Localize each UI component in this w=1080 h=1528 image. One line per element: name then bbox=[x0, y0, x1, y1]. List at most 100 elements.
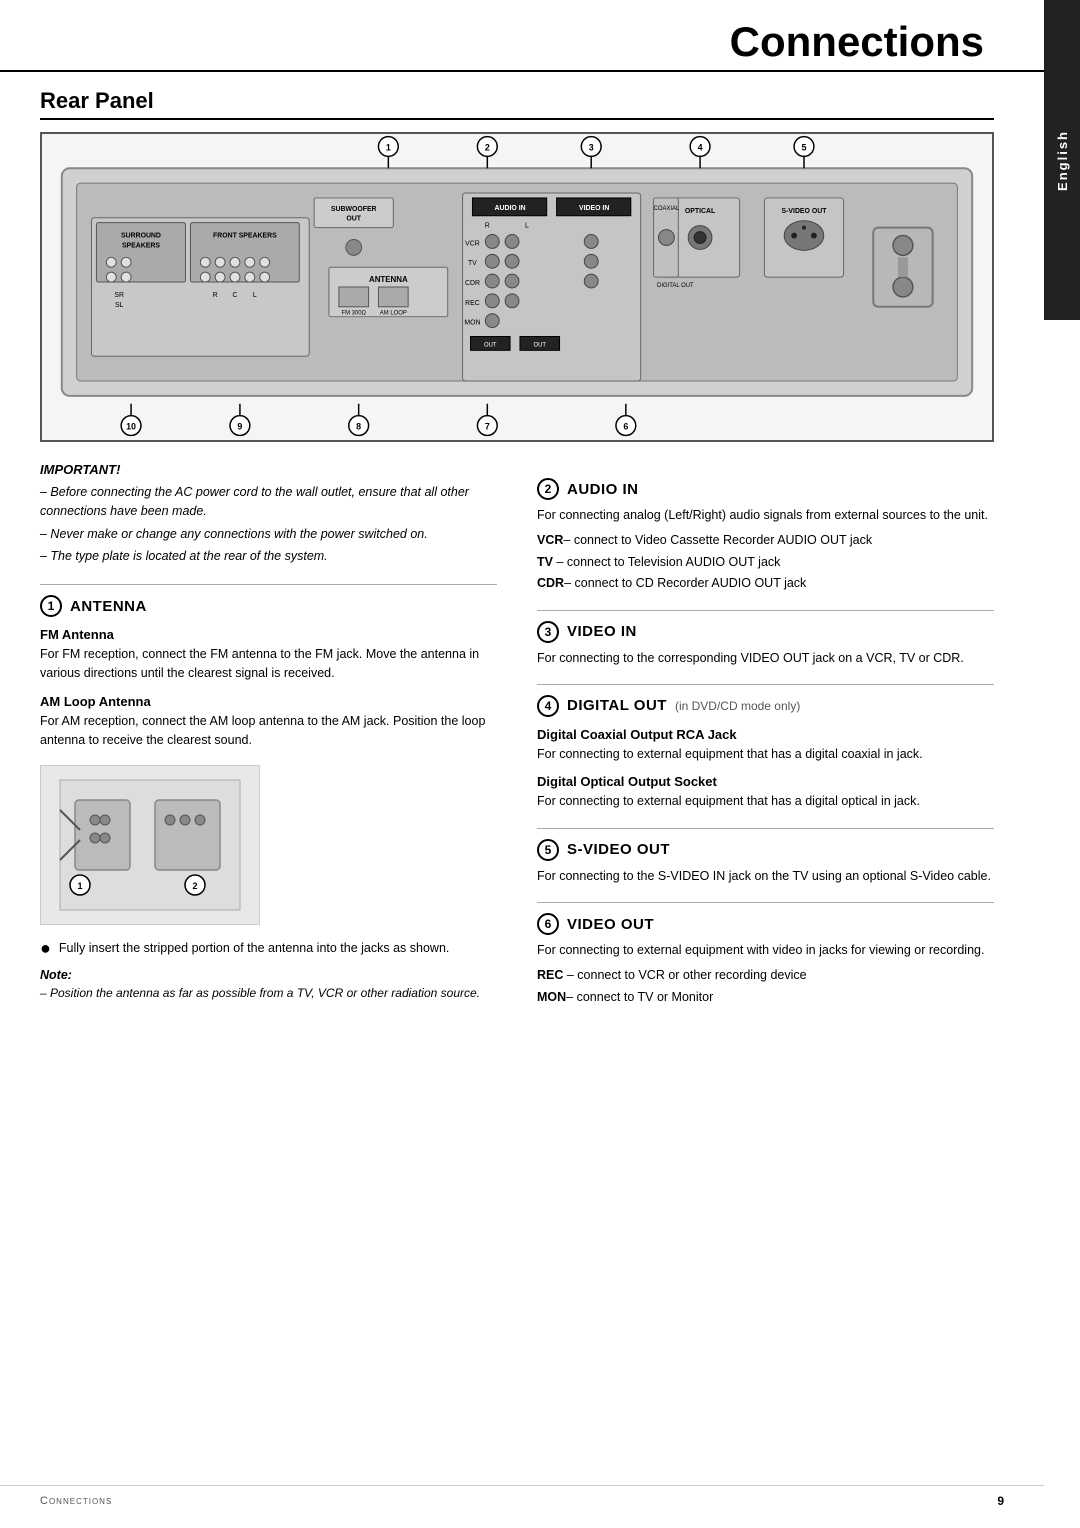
note-text: – Position the antenna as far as possibl… bbox=[40, 984, 497, 1002]
svg-text:5: 5 bbox=[802, 142, 807, 152]
svg-text:VIDEO IN: VIDEO IN bbox=[579, 205, 609, 212]
audioin-text: For connecting analog (Left/Right) audio… bbox=[537, 506, 994, 525]
fm-antenna-text: For FM reception, connect the FM antenna… bbox=[40, 645, 497, 684]
section-num-audioin: 2 bbox=[537, 478, 559, 500]
rear-panel-diagram: SURROUND SPEAKERS SR SL FRONT SPEAKERS R bbox=[40, 132, 994, 442]
section-num-digitalout: 4 bbox=[537, 695, 559, 717]
section-title-antenna: ANTENNA bbox=[70, 598, 147, 615]
important-title: IMPORTANT! bbox=[40, 462, 497, 477]
svg-text:SURROUND: SURROUND bbox=[121, 233, 161, 240]
section-title-digitalout: DIGITAL OUT bbox=[567, 697, 667, 714]
svg-text:CDR: CDR bbox=[465, 280, 480, 287]
important-point-3: – The type plate is located at the rear … bbox=[40, 547, 497, 566]
page-title: Connections bbox=[0, 0, 1044, 72]
audioin-tv: TV – connect to Television AUDIO OUT jac… bbox=[537, 553, 994, 572]
videoin-text: For connecting to the corresponding VIDE… bbox=[537, 649, 994, 668]
svg-text:1: 1 bbox=[386, 142, 391, 152]
svg-text:S-VIDEO OUT: S-VIDEO OUT bbox=[782, 208, 828, 215]
coaxial-text: For connecting to external equipment tha… bbox=[537, 745, 994, 764]
svg-text:FRONT SPEAKERS: FRONT SPEAKERS bbox=[213, 233, 277, 240]
section-num-antenna: 1 bbox=[40, 595, 62, 617]
mon-term: MON bbox=[537, 990, 566, 1004]
section-title-videoout: VIDEO OUT bbox=[567, 916, 654, 933]
svg-text:AM LOOP: AM LOOP bbox=[380, 311, 407, 317]
tv-term: TV bbox=[537, 555, 553, 569]
section-subtitle-digitalout: (in DVD/CD mode only) bbox=[675, 699, 800, 713]
videoout-rec: REC – connect to VCR or other recording … bbox=[537, 966, 994, 985]
svg-text:3: 3 bbox=[589, 142, 594, 152]
svg-text:R: R bbox=[485, 223, 490, 230]
footer-page-num: 9 bbox=[997, 1494, 1004, 1508]
svg-text:2: 2 bbox=[485, 142, 490, 152]
svg-text:6: 6 bbox=[623, 421, 628, 431]
svg-text:SL: SL bbox=[115, 302, 124, 309]
cdr-desc: – connect to CD Recorder AUDIO OUT jack bbox=[564, 576, 806, 590]
section-num-videoin: 3 bbox=[537, 621, 559, 643]
am-antenna-text: For AM reception, connect the AM loop an… bbox=[40, 712, 497, 751]
svg-text:2: 2 bbox=[192, 881, 197, 891]
note-title: Note: bbox=[40, 968, 497, 982]
svg-text:OUT: OUT bbox=[484, 342, 497, 348]
content-columns: IMPORTANT! – Before connecting the AC po… bbox=[40, 462, 994, 1009]
svg-text:1: 1 bbox=[77, 881, 82, 891]
svg-text:L: L bbox=[525, 223, 529, 230]
vcr-term: VCR bbox=[537, 533, 563, 547]
svg-text:8: 8 bbox=[356, 421, 361, 431]
svg-text:FM 300Ω: FM 300Ω bbox=[341, 311, 366, 317]
antenna-bullet: ● Fully insert the stripped portion of t… bbox=[40, 939, 497, 958]
coaxial-title: Digital Coaxial Output RCA Jack bbox=[537, 727, 994, 742]
section-num-svideoout: 5 bbox=[537, 839, 559, 861]
optical-title: Digital Optical Output Socket bbox=[537, 774, 994, 789]
videoout-text: For connecting to external equipment wit… bbox=[537, 941, 994, 960]
svg-text:OPTICAL: OPTICAL bbox=[685, 208, 715, 215]
svg-text:9: 9 bbox=[237, 421, 242, 431]
right-column: 2 AUDIO IN For connecting analog (Left/R… bbox=[537, 462, 994, 1009]
section-antenna-header: 1 ANTENNA bbox=[40, 584, 497, 617]
svg-text:SUBWOOFER: SUBWOOFER bbox=[331, 206, 377, 213]
bullet-dot: ● bbox=[40, 939, 51, 958]
cdr-term: CDR bbox=[537, 576, 564, 590]
audioin-cdr: CDR– connect to CD Recorder AUDIO OUT ja… bbox=[537, 574, 994, 593]
svg-text:C: C bbox=[232, 292, 237, 299]
section-audioin-header: 2 AUDIO IN bbox=[537, 478, 994, 500]
left-column: IMPORTANT! – Before connecting the AC po… bbox=[40, 462, 497, 1009]
svg-text:10: 10 bbox=[126, 421, 136, 431]
svg-text:DIGITAL OUT: DIGITAL OUT bbox=[657, 283, 694, 289]
svg-text:4: 4 bbox=[698, 142, 703, 152]
svideoout-text: For connecting to the S-VIDEO IN jack on… bbox=[537, 867, 994, 886]
section-num-videoout: 6 bbox=[537, 913, 559, 935]
svg-text:COAXIAL: COAXIAL bbox=[654, 206, 680, 212]
svg-text:REC: REC bbox=[465, 300, 480, 307]
section-videoin-header: 3 VIDEO IN bbox=[537, 610, 994, 643]
svg-text:MON: MON bbox=[464, 320, 480, 327]
svg-text:AUDIO IN: AUDIO IN bbox=[495, 205, 526, 212]
section-title-svideoout: S-VIDEO OUT bbox=[567, 841, 670, 858]
videoout-mon: MON– connect to TV or Monitor bbox=[537, 988, 994, 1007]
mon-desc: – connect to TV or Monitor bbox=[566, 990, 713, 1004]
section-svideoout-header: 5 S-VIDEO OUT bbox=[537, 828, 994, 861]
rec-term: REC bbox=[537, 968, 563, 982]
svg-text:TV: TV bbox=[468, 260, 477, 267]
section-title-audioin: AUDIO IN bbox=[567, 481, 639, 498]
important-section: IMPORTANT! – Before connecting the AC po… bbox=[40, 462, 497, 566]
section-rear-panel-title: Rear Panel bbox=[40, 88, 994, 120]
svg-text:VCR: VCR bbox=[465, 240, 480, 247]
footer-label: Connections bbox=[40, 1495, 112, 1507]
section-videoout-header: 6 VIDEO OUT bbox=[537, 902, 994, 935]
am-antenna-title: AM Loop Antenna bbox=[40, 694, 497, 709]
svg-text:L: L bbox=[253, 292, 257, 299]
important-point-1: – Before connecting the AC power cord to… bbox=[40, 483, 497, 521]
svg-text:OUT: OUT bbox=[534, 342, 547, 348]
note-section: Note: – Position the antenna as far as p… bbox=[40, 968, 497, 1002]
page-footer: Connections 9 bbox=[0, 1485, 1044, 1508]
svg-text:R: R bbox=[213, 292, 218, 299]
language-label: English bbox=[1055, 130, 1070, 191]
audioin-vcr: VCR– connect to Video Cassette Recorder … bbox=[537, 531, 994, 550]
language-tab: English bbox=[1044, 0, 1080, 320]
vcr-desc: – connect to Video Cassette Recorder AUD… bbox=[563, 533, 872, 547]
tv-desc: – connect to Television AUDIO OUT jack bbox=[553, 555, 780, 569]
rec-desc: – connect to VCR or other recording devi… bbox=[563, 968, 806, 982]
important-point-2: – Never make or change any connections w… bbox=[40, 525, 497, 544]
important-text: – Before connecting the AC power cord to… bbox=[40, 483, 497, 566]
section-title-videoin: VIDEO IN bbox=[567, 623, 637, 640]
